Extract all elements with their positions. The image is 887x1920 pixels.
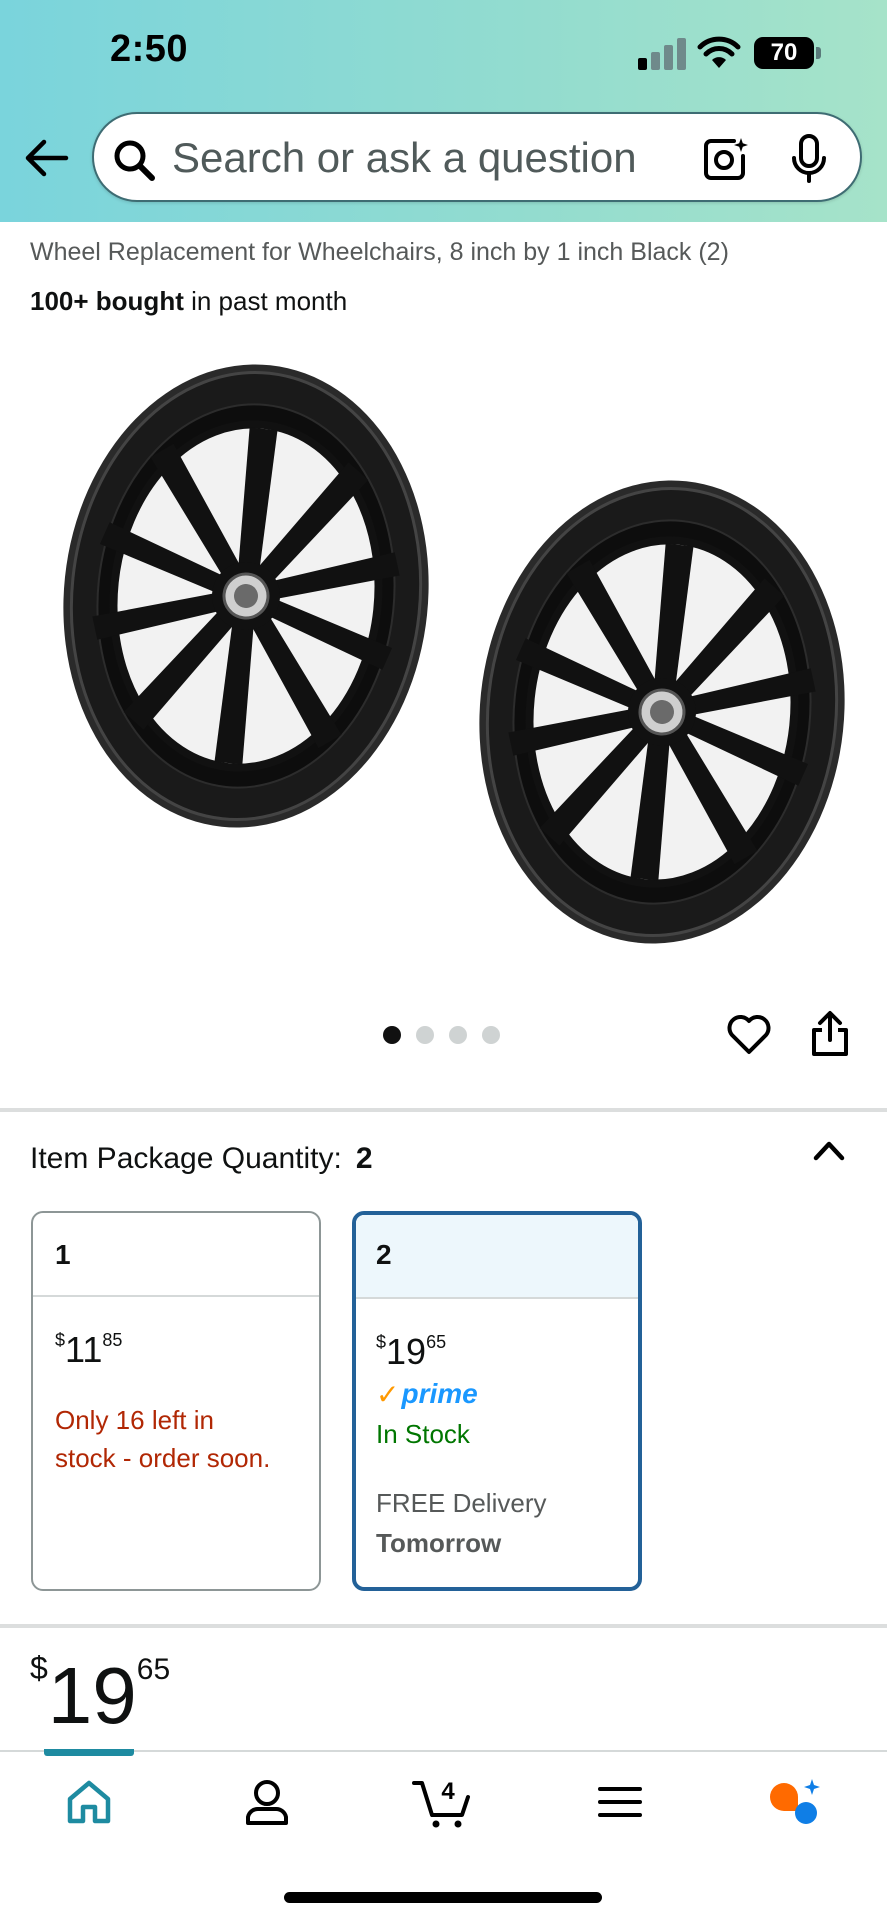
pagination-dot[interactable]	[449, 1026, 467, 1044]
section-divider	[0, 1108, 887, 1112]
pagination-dot[interactable]	[482, 1026, 500, 1044]
price-whole: 11	[65, 1329, 103, 1370]
price-currency: $	[30, 1650, 48, 1686]
bought-count: 100+ bought in past month	[30, 286, 347, 317]
search-input[interactable]: Search or ask a question	[92, 112, 862, 202]
account-icon[interactable]	[240, 1775, 294, 1829]
wifi-icon	[697, 36, 741, 68]
status-time: 2:50	[110, 28, 189, 70]
stock-warning-line: Only 16 left in	[55, 1405, 214, 1435]
cart-count: 4	[441, 1778, 455, 1805]
quantity-option-1[interactable]: 1 $1185 Only 16 left in stock - order so…	[31, 1211, 321, 1591]
stock-warning: Only 16 left in stock - order soon.	[55, 1401, 305, 1477]
price-currency: $	[55, 1330, 66, 1350]
section-divider	[0, 1624, 887, 1628]
package-quantity-selected: 2	[355, 1142, 373, 1175]
search-placeholder: Search or ask a question	[172, 134, 637, 181]
camera-lens-icon[interactable]	[702, 136, 748, 182]
rufus-assistant-icon[interactable]	[764, 1775, 824, 1829]
pagination-dot[interactable]	[416, 1026, 434, 1044]
pagination-dot[interactable]	[383, 1026, 401, 1044]
option-qty: 2	[356, 1215, 638, 1299]
price-cents: 85	[102, 1330, 123, 1350]
cellular-signal-icon	[638, 36, 688, 70]
price-whole: 19	[386, 1331, 427, 1372]
stock-warning-line: stock - order soon.	[55, 1443, 271, 1473]
cart-icon[interactable]: 4	[412, 1775, 476, 1829]
price-whole: 19	[47, 1651, 137, 1740]
heart-icon[interactable]	[726, 1012, 772, 1056]
option-qty: 1	[33, 1213, 319, 1297]
menu-icon[interactable]	[594, 1775, 648, 1829]
product-image[interactable]	[40, 340, 860, 960]
option-price: $1185	[55, 1317, 319, 1373]
prime-text: prime	[401, 1378, 478, 1409]
option-price: $1965	[376, 1319, 638, 1375]
package-quantity-text: Item Package Quantity:	[30, 1142, 342, 1175]
quantity-option-2[interactable]: 2 $1965 ✓ prime In Stock FREE Delivery To…	[352, 1211, 642, 1591]
in-stock-label: In Stock	[376, 1419, 470, 1449]
delivery-label: FREE Delivery	[376, 1488, 547, 1518]
price-currency: $	[376, 1332, 387, 1352]
microphone-icon[interactable]	[790, 134, 828, 184]
share-icon[interactable]	[810, 1010, 850, 1058]
bought-count-value: 100+ bought	[30, 286, 184, 316]
product-title[interactable]: Wheel Replacement for Wheelchairs, 8 inc…	[30, 238, 729, 267]
active-tab-indicator	[44, 1749, 134, 1756]
prime-check-icon: ✓	[376, 1378, 400, 1410]
package-quantity-label: Item Package Quantity: 2	[30, 1142, 373, 1176]
price-cents: 65	[136, 1653, 171, 1686]
home-indicator[interactable]	[284, 1892, 602, 1903]
battery-icon: 70	[754, 37, 814, 69]
chevron-up-icon[interactable]	[812, 1136, 846, 1164]
price-cents: 65	[426, 1332, 447, 1352]
battery-cap	[816, 47, 821, 59]
home-icon[interactable]	[62, 1775, 116, 1829]
bought-count-suffix: in past month	[191, 286, 348, 316]
delivery-date: Tomorrow	[376, 1528, 502, 1558]
prime-logo: ✓ prime	[376, 1377, 638, 1411]
search-icon	[114, 140, 155, 181]
image-pagination[interactable]	[383, 1026, 500, 1046]
back-arrow-icon[interactable]	[22, 136, 70, 180]
product-price: $1965	[30, 1650, 170, 1741]
